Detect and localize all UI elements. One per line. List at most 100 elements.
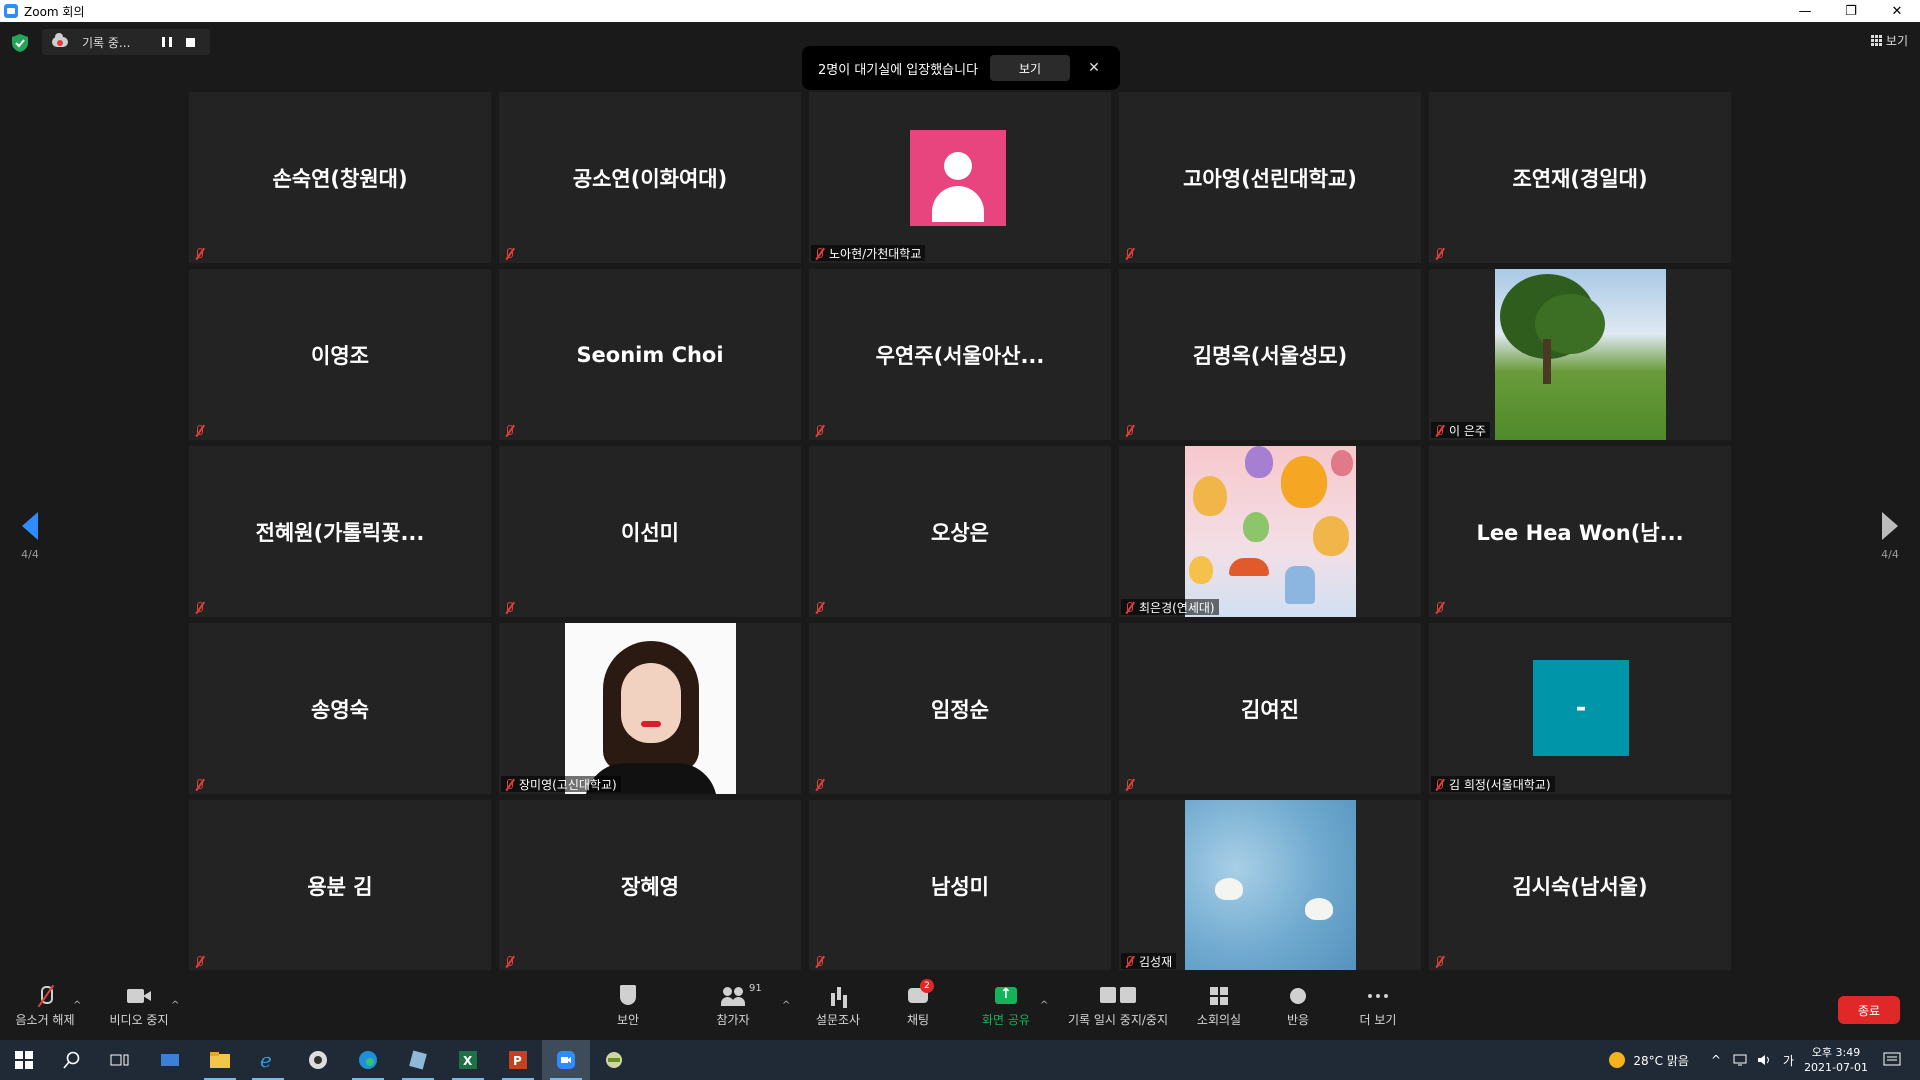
chat-label: 채팅 — [906, 1012, 930, 1027]
minimize-button[interactable]: — — [1782, 0, 1828, 22]
chat-button[interactable]: 2 채팅 — [896, 970, 940, 1042]
unmute-button[interactable]: 음소거 해제 — [12, 970, 78, 1042]
notifications-icon[interactable] — [1882, 1051, 1902, 1069]
breakout-rooms-button[interactable]: 소회의실 — [1192, 970, 1246, 1042]
participant-tile[interactable]: 최은경(연세대) — [1119, 446, 1421, 617]
grid-view-icon — [1870, 35, 1882, 46]
weather-sun-icon[interactable] — [1607, 1050, 1627, 1070]
participant-tile[interactable]: 이선미 — [499, 446, 801, 617]
muted-mic-icon — [33, 985, 57, 1007]
participant-tile[interactable]: 김여진 — [1119, 623, 1421, 794]
taskbar-ie[interactable]: e — [244, 1040, 292, 1080]
clock[interactable]: 오후 3:49 2021-07-01 — [1804, 1045, 1868, 1075]
notification-view-button[interactable]: 보기 — [990, 55, 1071, 81]
participant-tile[interactable]: 김성재 — [1119, 800, 1421, 971]
taskbar-app-1[interactable] — [146, 1040, 194, 1080]
participant-tile[interactable]: 김명옥(서울성모) — [1119, 269, 1421, 440]
prev-page-nav[interactable]: 4/4 — [10, 512, 50, 561]
notification-text: 2명이 대기실에 입장했습니다 — [818, 62, 979, 78]
ime-indicator[interactable]: 가 — [1783, 1052, 1794, 1069]
taskbar-powerpoint[interactable]: P — [494, 1040, 542, 1080]
pause-recording-icon[interactable] — [162, 37, 173, 47]
participant-status — [191, 953, 213, 969]
arrow-right-icon[interactable] — [1882, 512, 1898, 540]
participant-name: 우연주(서울아산... — [875, 343, 1045, 368]
volume-icon[interactable] — [1757, 1053, 1773, 1067]
participant-tile[interactable]: 우연주(서울아산... — [809, 269, 1111, 440]
excel-icon: X — [459, 1051, 477, 1069]
audio-options-caret-icon[interactable]: ^ — [73, 1000, 81, 1011]
polls-button[interactable]: 설문조사 — [810, 970, 866, 1042]
participant-tile[interactable]: 김시숙(남서울) — [1429, 800, 1731, 971]
taskbar-app-4[interactable] — [294, 1040, 342, 1080]
participant-name: 용분 김 — [307, 874, 373, 899]
clock-date: 2021-07-01 — [1804, 1061, 1868, 1074]
share-options-caret-icon[interactable]: ^ — [1040, 1000, 1048, 1011]
participant-status — [1431, 953, 1453, 969]
close-notification-icon[interactable]: ✕ — [1088, 60, 1100, 76]
participant-tile[interactable]: 송영숙 — [189, 623, 491, 794]
polls-label: 설문조사 — [815, 1012, 861, 1027]
network-icon[interactable] — [1733, 1053, 1749, 1067]
participant-tile[interactable]: 용분 김 — [189, 800, 491, 971]
participant-name: 전혜원(가톨릭꽃... — [255, 520, 425, 545]
participant-label: 김 희정(서울대학교) — [1431, 776, 1555, 792]
share-screen-button[interactable]: 화면 공유 — [976, 970, 1036, 1042]
security-button[interactable]: 보안 — [604, 970, 652, 1042]
participant-tile[interactable]: 임정순 — [809, 623, 1111, 794]
participant-tile[interactable]: 손숙연(창원대) — [189, 92, 491, 263]
weather-text[interactable]: 28°C 맑음 — [1633, 1052, 1689, 1069]
participant-tile[interactable]: Lee Hea Won(남... — [1429, 446, 1731, 617]
participant-label: 최은경(연세대) — [1121, 599, 1219, 615]
poll-chart-icon — [826, 985, 850, 1007]
taskbar-app-6[interactable] — [394, 1040, 442, 1080]
participant-tile[interactable]: 이 은주 — [1429, 269, 1731, 440]
video-options-caret-icon[interactable]: ^ — [171, 1000, 179, 1011]
participant-tile[interactable]: 남성미 — [809, 800, 1111, 971]
taskbar-file-explorer[interactable] — [196, 1040, 244, 1080]
reactions-button[interactable]: 반응 — [1278, 970, 1318, 1042]
encryption-shield-icon[interactable] — [12, 34, 28, 52]
participant-tile[interactable]: 고아영(선린대학교) — [1119, 92, 1421, 263]
profile-photo — [1495, 269, 1666, 440]
meeting-toolbar: 음소거 해제 ^ 비디오 중지 ^ 보안 91 참가자 ^ 설문조사 2 채팅 … — [0, 970, 1920, 1042]
participant-status — [811, 776, 833, 792]
restore-button[interactable]: ❐ — [1828, 0, 1874, 22]
participant-tile[interactable]: 이영조 — [189, 269, 491, 440]
participant-tile[interactable]: 전혜원(가톨릭꽃... — [189, 446, 491, 617]
taskbar-app-10[interactable] — [590, 1040, 638, 1080]
view-button[interactable]: 보기 — [1870, 32, 1908, 49]
zoom-app-icon — [4, 4, 18, 18]
participant-tile[interactable]: 장미영(고신대학교) — [499, 623, 801, 794]
participant-tile[interactable]: 공소연(이화여대) — [499, 92, 801, 263]
start-button[interactable] — [0, 1040, 48, 1080]
pause-stop-recording-button[interactable]: 기록 일시 중지/중지 — [1060, 970, 1176, 1042]
participants-caret-icon[interactable]: ^ — [782, 1000, 790, 1011]
participant-tile[interactable]: 노아현/가천대학교 — [809, 92, 1111, 263]
end-meeting-button[interactable]: 종료 — [1838, 996, 1900, 1024]
participant-tile[interactable]: - 김 희정(서울대학교) — [1429, 623, 1731, 794]
participants-button[interactable]: 91 참가자 — [704, 970, 762, 1042]
tray-expand-icon[interactable]: ^ — [1711, 1053, 1721, 1067]
taskbar-excel[interactable]: X — [444, 1040, 492, 1080]
participant-tile[interactable]: 장혜영 — [499, 800, 801, 971]
more-button[interactable]: 더 보기 — [1356, 970, 1400, 1042]
close-button[interactable]: ✕ — [1874, 0, 1920, 22]
arrow-left-icon[interactable] — [22, 512, 38, 540]
participant-status — [501, 245, 523, 261]
participant-status — [1431, 599, 1453, 615]
page-indicator-left: 4/4 — [21, 548, 39, 561]
participant-tile[interactable]: Seonim Choi — [499, 269, 801, 440]
participant-status — [1121, 245, 1143, 261]
stop-video-button[interactable]: 비디오 중지 — [104, 970, 174, 1042]
participant-label: 노아현/가천대학교 — [811, 245, 926, 261]
muted-mic-icon — [193, 778, 205, 791]
search-button[interactable] — [48, 1040, 96, 1080]
task-view-button[interactable] — [96, 1040, 144, 1080]
participant-tile[interactable]: 오상은 — [809, 446, 1111, 617]
next-page-nav[interactable]: 4/4 — [1870, 512, 1910, 561]
participant-tile[interactable]: 조연재(경일대) — [1429, 92, 1731, 263]
taskbar-zoom[interactable] — [542, 1040, 590, 1080]
taskbar-edge[interactable] — [344, 1040, 392, 1080]
stop-recording-icon[interactable] — [186, 37, 196, 47]
